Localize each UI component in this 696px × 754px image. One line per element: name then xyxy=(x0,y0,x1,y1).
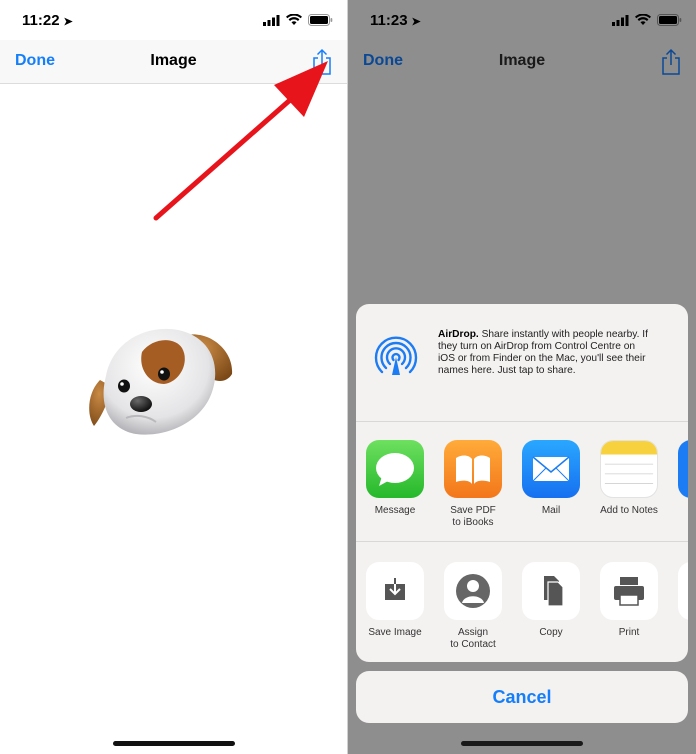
navigation-bar: Done Image xyxy=(348,40,696,84)
app-label: Save PDF to iBooks xyxy=(450,505,496,528)
ibooks-icon xyxy=(444,440,502,498)
action-label: Assign to Contact xyxy=(450,627,496,650)
action-label: Copy xyxy=(539,627,563,638)
signal-icon xyxy=(612,14,629,26)
mail-icon xyxy=(522,440,580,498)
action-label: Print xyxy=(618,627,640,638)
signal-icon xyxy=(263,14,280,26)
airdrop-title: AirDrop. xyxy=(438,329,479,340)
status-time: 11:23 ➤ xyxy=(370,12,421,29)
share-sheet: AirDrop. Share instantly with people nea… xyxy=(356,304,688,662)
share-app-mail[interactable]: Mail xyxy=(512,440,590,541)
app-row: Message Save PDF to iBooks Mail Add to N… xyxy=(356,440,688,542)
notes-icon xyxy=(600,440,658,498)
red-arrow-annotation xyxy=(153,61,328,221)
airdrop-section[interactable]: AirDrop. Share instantly with people nea… xyxy=(356,304,688,422)
airdrop-description: AirDrop. Share instantly with people nea… xyxy=(438,329,652,377)
contact-icon xyxy=(444,562,502,620)
action-partial[interactable]: Sa xyxy=(668,562,688,662)
action-save-image[interactable]: Save Image xyxy=(356,562,434,662)
status-icons xyxy=(612,14,682,26)
animoji-dog-image xyxy=(89,328,233,435)
message-icon xyxy=(366,440,424,498)
left-screen: 11:22 ➤ Done Image xyxy=(0,0,348,754)
app-label: Add to Notes xyxy=(600,505,658,516)
location-icon: ➤ xyxy=(411,16,421,28)
partial-app-icon xyxy=(678,440,688,498)
share-app-ibooks[interactable]: Save PDF to iBooks xyxy=(434,440,512,541)
battery-icon xyxy=(657,14,682,26)
cancel-button[interactable]: Cancel xyxy=(356,671,688,723)
battery-icon xyxy=(308,14,333,26)
action-row: Save Image Assign to Contact Copy Print xyxy=(356,562,688,662)
partial-action-icon xyxy=(678,562,688,620)
page-title: Image xyxy=(498,52,546,69)
action-assign-contact[interactable]: Assign to Contact xyxy=(434,562,512,662)
wifi-icon xyxy=(286,14,302,25)
action-copy[interactable]: Copy xyxy=(512,562,590,662)
print-icon xyxy=(600,562,658,620)
copy-icon xyxy=(522,562,580,620)
app-label: Mail xyxy=(541,505,561,516)
share-icon[interactable] xyxy=(660,48,682,76)
wifi-icon xyxy=(635,14,651,25)
airdrop-icon xyxy=(374,336,418,375)
share-app-message[interactable]: Message xyxy=(356,440,434,541)
status-icons xyxy=(263,14,333,26)
home-indicator[interactable] xyxy=(461,741,583,746)
action-print[interactable]: Print xyxy=(590,562,668,662)
save-image-icon xyxy=(366,562,424,620)
status-time: 11:22 ➤ xyxy=(22,12,73,29)
share-app-partial[interactable] xyxy=(668,440,688,541)
app-label: Message xyxy=(374,505,416,516)
action-label: Save Image xyxy=(368,627,422,638)
status-bar: 11:23 ➤ xyxy=(348,0,696,40)
share-app-notes[interactable]: Add to Notes xyxy=(590,440,668,541)
right-screen: 11:23 ➤ Done Image AirDrop. Share instan… xyxy=(348,0,696,754)
status-bar: 11:22 ➤ xyxy=(0,0,347,40)
home-indicator[interactable] xyxy=(112,741,235,746)
location-icon: ➤ xyxy=(63,16,73,28)
